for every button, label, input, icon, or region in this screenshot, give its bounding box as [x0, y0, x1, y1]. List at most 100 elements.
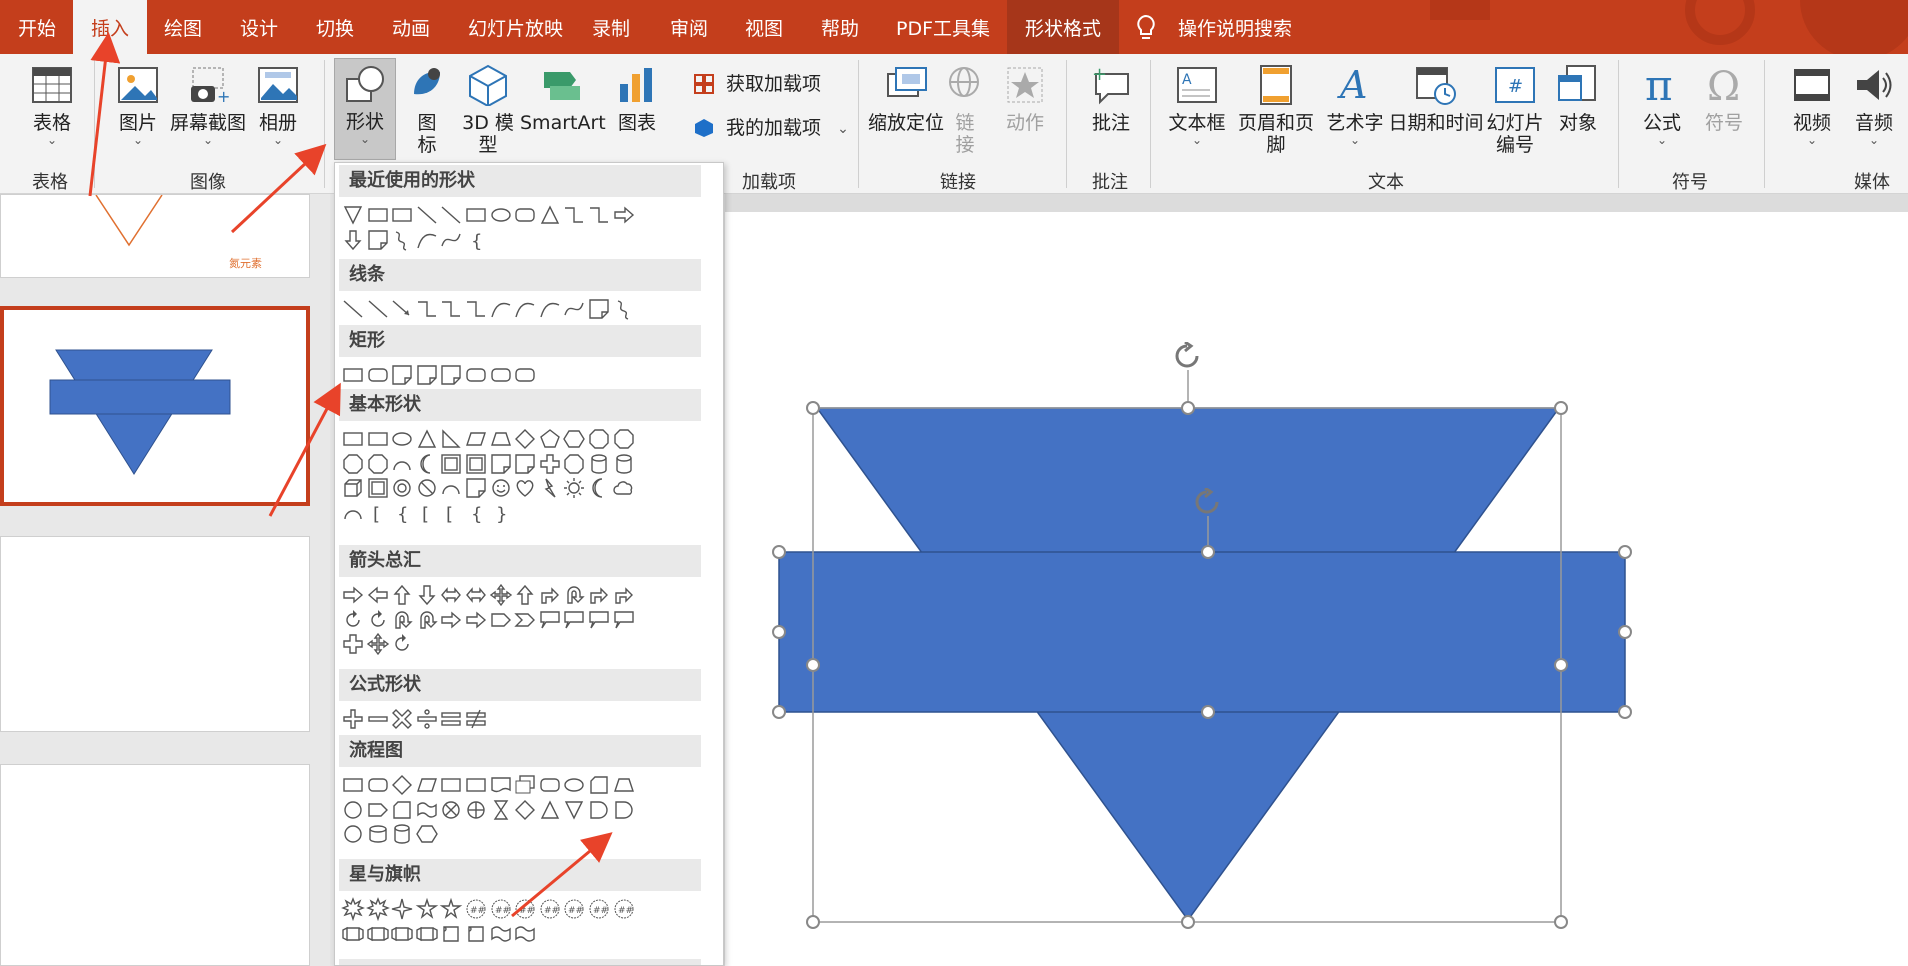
shape-option-fold-icon[interactable] [587, 297, 611, 321]
shape-option-wave-icon[interactable] [489, 922, 513, 946]
shape-option-moon-icon[interactable] [587, 476, 611, 500]
shape-option-brk-icon[interactable]: [ [415, 501, 439, 525]
shape-option-minus-icon[interactable] [366, 707, 390, 731]
shape-option-trap-icon[interactable] [612, 773, 636, 797]
shape-option-bent-icon[interactable] [587, 583, 611, 607]
resize-handle[interactable] [772, 545, 786, 559]
tab-review[interactable]: 审阅 [652, 0, 726, 54]
shape-option-circle-icon[interactable] [341, 798, 365, 822]
shape-option-rarr-icon[interactable] [341, 583, 365, 607]
shape-option-darr-icon[interactable] [415, 583, 439, 607]
shape-option-cloud-icon[interactable] [612, 476, 636, 500]
shape-option-circarr-icon[interactable] [390, 632, 414, 656]
shape-option-quad-icon[interactable] [489, 583, 513, 607]
album-button[interactable]: 相册 ⌄ [252, 64, 304, 146]
shape-option-rarr-icon[interactable] [464, 608, 488, 632]
shape-option-rect-icon[interactable] [464, 773, 488, 797]
slide-number-button[interactable]: # 幻灯片编号 [1486, 64, 1544, 156]
shape-option-fold-icon[interactable] [390, 363, 414, 387]
shape-option-seal-icon[interactable]: ## [562, 897, 586, 921]
shape-option-cross-icon[interactable] [341, 632, 365, 656]
shape-option-diamond-icon[interactable] [513, 798, 537, 822]
shape-option-smile-icon[interactable] [489, 476, 513, 500]
shape-option-brk-icon[interactable]: [ [439, 501, 463, 525]
shape-option-frame-icon[interactable] [439, 452, 463, 476]
shape-option-circarr-icon[interactable] [341, 608, 365, 632]
shape-option-lrarr-icon[interactable] [439, 583, 463, 607]
picture-button[interactable]: 图片 ⌄ [112, 64, 164, 146]
shape-option-bent-icon[interactable] [538, 583, 562, 607]
shape-option-larr-icon[interactable] [366, 583, 390, 607]
shape-option-callout-icon[interactable] [538, 608, 562, 632]
tab-home[interactable]: 开始 [0, 0, 74, 54]
shape-option-hexa-icon[interactable] [415, 822, 439, 846]
shapes-button[interactable]: 形状 ⌄ [334, 58, 396, 160]
shape-option-oval-icon[interactable] [489, 203, 513, 227]
shape-option-disk-icon[interactable] [366, 822, 390, 846]
shape-option-circarr-icon[interactable] [366, 608, 390, 632]
shape-option-rrect-icon[interactable] [464, 363, 488, 387]
audio-button[interactable]: 音频 ⌄ [1846, 64, 1902, 146]
table-button[interactable]: 表格 ⌄ [20, 64, 84, 146]
shape-option-elbow-icon[interactable] [439, 297, 463, 321]
shape-option-rrect-icon[interactable] [513, 363, 537, 387]
shape-option-rrect-icon[interactable] [366, 363, 390, 387]
shape-option-star4-icon[interactable] [390, 897, 414, 921]
shape-option-diamond-icon[interactable] [513, 427, 537, 451]
resize-handle[interactable] [772, 625, 786, 639]
shape-option-trap-icon[interactable] [489, 427, 513, 451]
shape-option-burst-icon[interactable] [365, 897, 390, 921]
shape-option-brace-icon[interactable]: { [464, 501, 488, 525]
tab-view[interactable]: 视图 [727, 0, 801, 54]
shape-option-elbow-icon[interactable] [415, 297, 439, 321]
shape-option-oval-icon[interactable] [562, 773, 586, 797]
shape-option-diamond-icon[interactable] [390, 773, 414, 797]
shape-option-donut-icon[interactable] [390, 476, 414, 500]
shape-option-rect-icon[interactable] [341, 363, 365, 387]
shape-option-hexa-icon[interactable] [562, 427, 586, 451]
my-addins-button[interactable]: 我的加载项 ⌄ [694, 116, 854, 140]
slide-thumbnail-2-selected[interactable] [0, 306, 310, 506]
shape-option-scroll-icon[interactable] [464, 922, 488, 946]
shape-option-card-icon[interactable] [587, 773, 611, 797]
shape-option-rrect-icon[interactable] [538, 773, 562, 797]
shape-option-elbow-icon[interactable] [587, 203, 611, 227]
shape-option-plus-icon[interactable] [341, 707, 365, 731]
resize-handle[interactable] [1554, 915, 1568, 929]
shape-option-rect-icon[interactable] [464, 203, 488, 227]
tab-draw[interactable]: 绘图 [146, 0, 220, 54]
shape-option-rect-icon[interactable] [390, 203, 414, 227]
shape-option-circle-icon[interactable] [341, 822, 365, 846]
shape-option-uturn-icon[interactable] [415, 608, 439, 632]
shape-option-chev-icon[interactable] [513, 608, 537, 632]
shape-option-sun-icon[interactable] [562, 476, 586, 500]
shape-option-seal-icon[interactable]: ## [513, 897, 537, 921]
shape-option-penta-icon[interactable] [538, 427, 562, 451]
shape-option-hour-icon[interactable] [489, 798, 513, 822]
shape-option-curve-icon[interactable] [415, 228, 439, 252]
shape-option-rarr-icon[interactable] [612, 203, 636, 227]
shape-option-tri-icon[interactable] [538, 203, 562, 227]
shape-option-octa-icon[interactable] [341, 452, 365, 476]
shape-option-bent-icon[interactable] [612, 583, 636, 607]
shape-option-lrarr-icon[interactable] [464, 583, 488, 607]
shape-option-arc-icon[interactable] [439, 476, 463, 500]
smartart-button[interactable]: SmartArt [520, 64, 606, 134]
shape-option-rect-icon[interactable] [366, 203, 390, 227]
resize-handle[interactable] [1181, 401, 1195, 415]
rotate-handle-icon[interactable] [1193, 486, 1223, 518]
shape-option-scurve-icon[interactable] [562, 297, 586, 321]
resize-handle[interactable] [1201, 705, 1215, 719]
shape-option-rect-icon[interactable] [341, 427, 365, 451]
tab-record[interactable]: 录制 [574, 0, 648, 54]
shape-option-para-icon[interactable] [415, 773, 439, 797]
rotate-handle-icon[interactable] [1173, 340, 1203, 372]
shape-option-octa-icon[interactable] [587, 427, 611, 451]
shape-option-burst-icon[interactable] [341, 897, 365, 921]
shape-option-darr-icon[interactable] [341, 228, 365, 252]
shape-option-fold-icon[interactable] [366, 228, 390, 252]
video-button[interactable]: 视频 ⌄ [1784, 64, 1840, 146]
shape-option-octa-icon[interactable] [366, 452, 390, 476]
shape-option-div-icon[interactable] [415, 707, 439, 731]
shape-option-frame-icon[interactable] [366, 476, 390, 500]
